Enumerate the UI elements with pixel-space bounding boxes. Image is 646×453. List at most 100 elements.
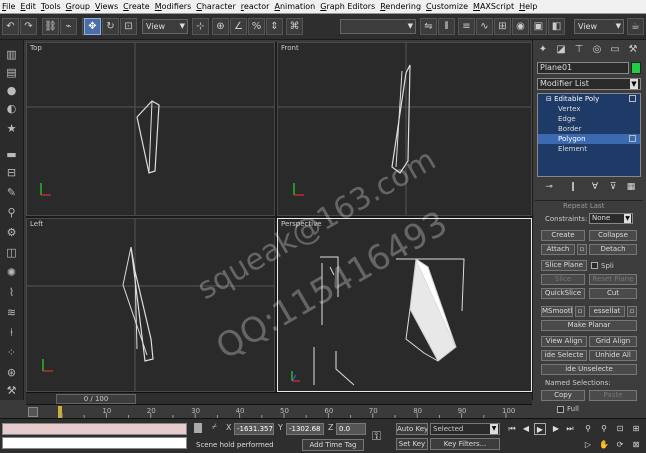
quick-render-icon[interactable]: ☕ [627, 18, 644, 35]
stack-toggle-icon[interactable] [629, 135, 636, 142]
menu-item[interactable]: Tools [41, 2, 61, 11]
menu-item[interactable]: Animation [274, 2, 315, 11]
timeline[interactable]: 10 20 30 40 50 60 70 80 90 100 [26, 404, 532, 419]
mirror-icon[interactable]: ⇋ [420, 18, 437, 35]
pencil-icon[interactable]: ✎ [4, 186, 19, 200]
y-coordinate-field[interactable]: -1302.68 [286, 423, 324, 435]
auto-key-button[interactable]: Auto Key [396, 423, 428, 435]
attach-button[interactable]: Attach [541, 244, 575, 255]
select-rotate-icon[interactable]: ↻ [102, 18, 119, 35]
redo-icon[interactable]: ↷ [20, 18, 37, 35]
hide-unselected-button[interactable]: ide Unselecte [541, 364, 637, 375]
schematic-view-icon[interactable]: ⊞ [494, 18, 511, 35]
wave-icon[interactable]: ≋ [4, 306, 19, 320]
reference-coordinate-dropdown[interactable]: View ▼ [142, 19, 188, 34]
brush-icon[interactable]: ⌇ [4, 286, 19, 300]
named-selection-dropdown[interactable]: ▼ [340, 19, 416, 34]
stack-item-border[interactable]: Border [538, 124, 640, 134]
time-slider[interactable]: 0 / 100 [56, 394, 136, 404]
maximize-viewport-icon[interactable]: ⊠ [630, 439, 642, 451]
tessellate-button[interactable]: essellat [589, 306, 625, 317]
arc-rotate-icon[interactable]: ⟳ [614, 439, 626, 451]
zoom-all-icon[interactable]: ⚲ [598, 423, 610, 435]
modify-tab-icon[interactable]: ◪ [553, 42, 569, 58]
play-icon[interactable]: ▶ [534, 423, 546, 435]
select-scale-icon[interactable]: ⊡ [120, 18, 137, 35]
render-setup-icon[interactable]: ▣ [530, 18, 547, 35]
menu-item[interactable]: Modifiers [155, 2, 192, 11]
make-unique-icon[interactable]: ∀ [589, 181, 601, 193]
align-icon[interactable]: ⫴ [438, 18, 455, 35]
z-coordinate-field[interactable]: 0.0 [336, 423, 366, 435]
menu-item[interactable]: Create [123, 2, 150, 11]
msmooth-button[interactable]: MSmooth [541, 306, 573, 317]
menu-item[interactable]: File [2, 2, 15, 11]
render-frame-icon[interactable]: ◧ [548, 18, 565, 35]
selection-lock-icon[interactable] [194, 423, 202, 433]
stack-toggle-icon[interactable] [629, 95, 636, 102]
undo-icon[interactable]: ↶ [2, 18, 19, 35]
view-align-button[interactable]: View Align [541, 336, 587, 347]
field-of-view-icon[interactable]: ▷ [582, 439, 594, 451]
select-link-icon[interactable]: ⛓ [42, 18, 59, 35]
menu-item[interactable]: Customize [426, 2, 468, 11]
magnify-icon[interactable]: ⚲ [4, 206, 19, 220]
viewport-left[interactable]: Left [26, 218, 275, 392]
spinner-snap-icon[interactable]: ⇕ [266, 18, 283, 35]
show-end-result-icon[interactable]: ❙ [567, 181, 579, 193]
hierarchy-tab-icon[interactable]: ⊤ [571, 42, 587, 58]
msmooth-settings-icon[interactable]: ▫ [575, 306, 585, 317]
bone-icon[interactable]: ⍿ [4, 326, 19, 340]
detach-button[interactable]: Detach [589, 244, 637, 255]
cylinder-icon[interactable]: ▤ [4, 66, 19, 80]
create-button[interactable]: Create [541, 230, 585, 241]
stack-item-edge[interactable]: Edge [538, 114, 640, 124]
collapse-icon[interactable]: ⊟ [546, 95, 552, 103]
stack-item-polygon[interactable]: Polygon [538, 134, 640, 144]
motion-tab-icon[interactable]: ◎ [589, 42, 605, 58]
split-checkbox[interactable] [591, 262, 598, 269]
menu-item[interactable]: MAXScript [473, 2, 514, 11]
curve-editor-icon[interactable]: ∿ [476, 18, 493, 35]
space-warp-icon[interactable]: ⊛ [4, 366, 19, 380]
zoom-icon[interactable]: ⚲ [582, 423, 594, 435]
key-filters-button[interactable]: Key Filters... [430, 438, 500, 450]
plane-icon[interactable]: ▬ [4, 148, 19, 162]
camera-icon[interactable]: ◫ [4, 246, 19, 260]
reset-plane-button[interactable]: Reset Plane [589, 274, 637, 285]
snap-icon[interactable]: ⊕ [212, 18, 229, 35]
absolute-mode-icon[interactable]: ⌿ [212, 422, 217, 432]
x-coordinate-field[interactable]: -1631.357 [234, 423, 274, 435]
utilities-tab-icon[interactable]: ⚒ [625, 42, 641, 58]
slice-plane-button[interactable]: Slice Plane [541, 260, 587, 271]
go-to-end-icon[interactable]: ⏭ [564, 423, 576, 435]
pan-icon[interactable]: ✋ [598, 439, 610, 451]
percent-snap-icon[interactable]: % [248, 18, 265, 35]
menu-item[interactable]: Graph Editors [320, 2, 375, 11]
layer-manager-icon[interactable]: ≡ [458, 18, 475, 35]
menu-item[interactable]: Rendering [380, 2, 421, 11]
paste-button[interactable]: Paste [589, 390, 637, 401]
material-editor-icon[interactable]: ◉ [512, 18, 529, 35]
key-mode-dropdown[interactable]: Selected ▼ [430, 423, 500, 435]
tube-icon[interactable]: ⊟ [4, 166, 19, 180]
full-checkbox[interactable] [557, 406, 564, 413]
maxscript-listener-input[interactable] [2, 437, 187, 449]
display-tab-icon[interactable]: ▭ [607, 42, 623, 58]
pivot-icon[interactable]: ⊹ [192, 18, 209, 35]
particles-icon[interactable]: ⁘ [4, 346, 19, 360]
set-key-button[interactable]: Set Key [396, 438, 428, 450]
unhide-all-button[interactable]: Unhide All [589, 350, 637, 361]
render-view-dropdown[interactable]: View ▼ [574, 19, 624, 34]
menu-item[interactable]: Group [66, 2, 90, 11]
make-planar-button[interactable]: Make Planar [541, 320, 637, 331]
next-frame-icon[interactable]: ▶ [550, 423, 562, 435]
collapse-button[interactable]: Collapse [589, 230, 637, 241]
viewport-top[interactable]: Top [26, 42, 275, 216]
light-icon[interactable]: ✺ [4, 266, 19, 280]
zoom-extents-icon[interactable]: ⊡ [614, 423, 626, 435]
attach-settings-icon[interactable]: ▫ [577, 244, 587, 255]
stack-item-editable-poly[interactable]: ⊟ Editable Poly [538, 94, 640, 104]
add-time-tag-button[interactable]: Add Time Tag [302, 439, 364, 451]
modifier-list-dropdown[interactable]: Modifier List ▼ [537, 78, 641, 90]
